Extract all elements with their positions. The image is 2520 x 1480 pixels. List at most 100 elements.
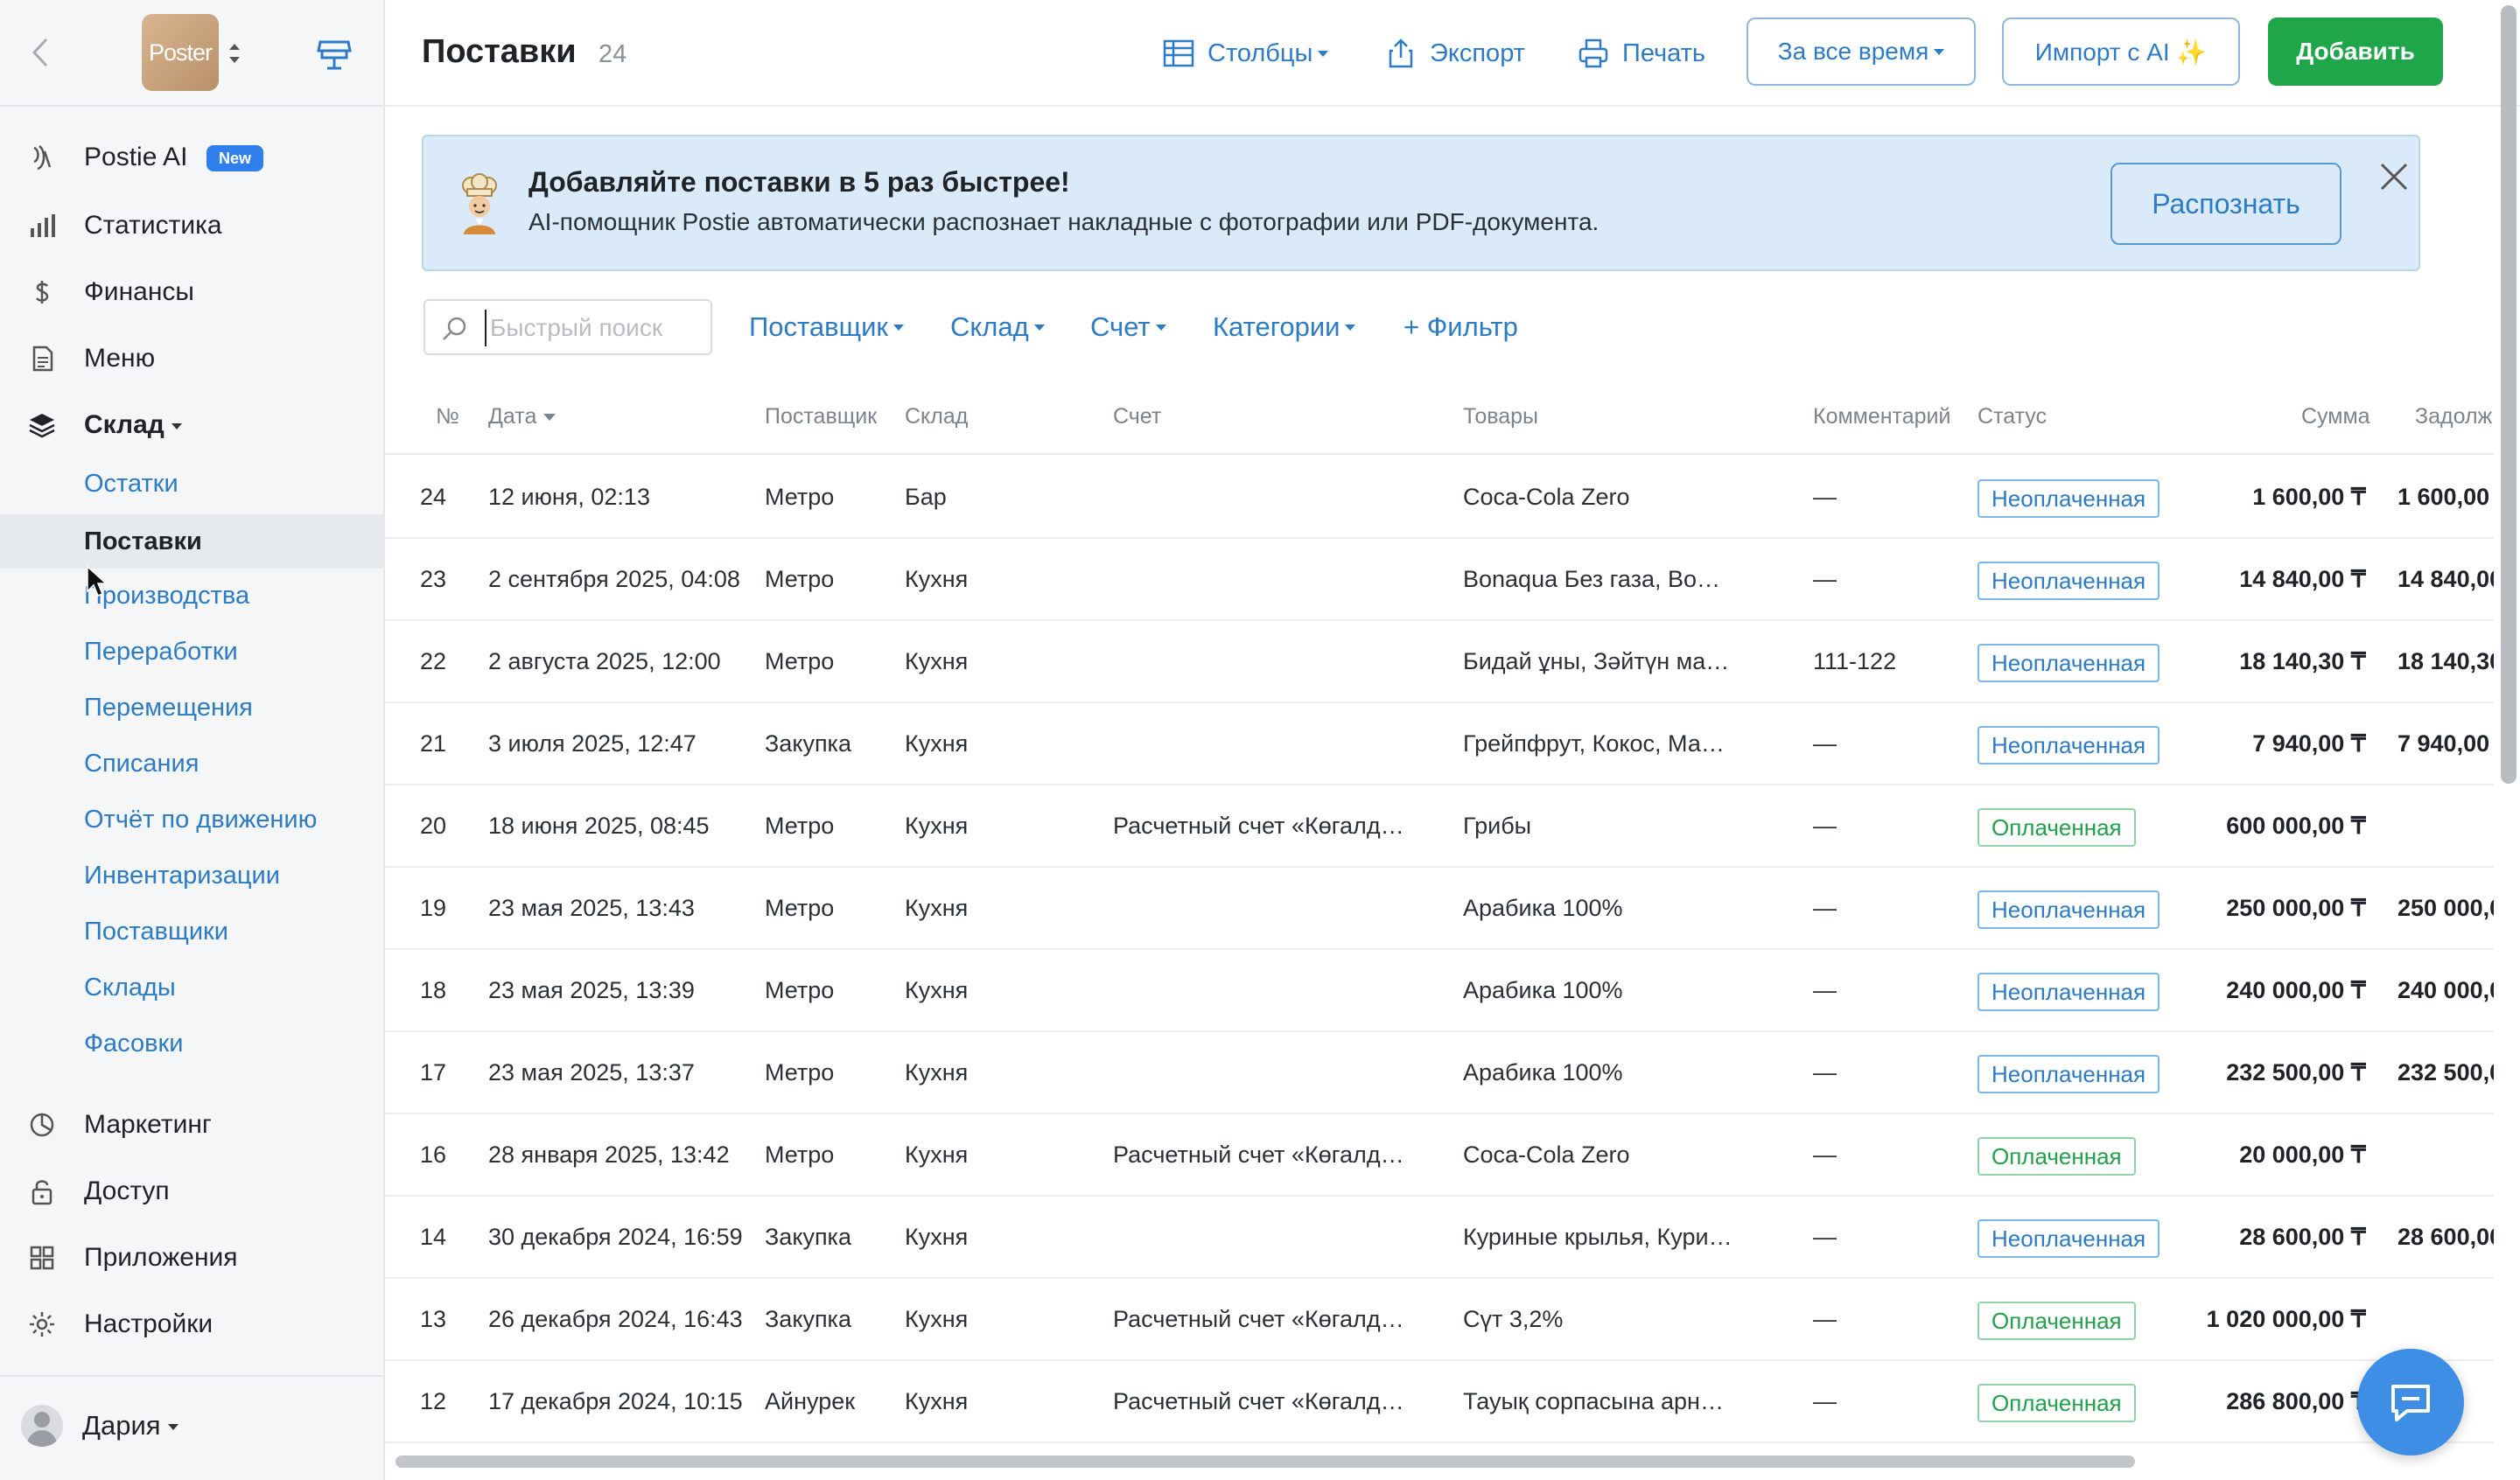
table-row[interactable]: 12 17 декабря 2024, 10:15 Айнурек Кухня Расч… (385, 1361, 2494, 1443)
row-debt (2398, 1114, 2494, 1195)
nav-statistics[interactable]: Статистика (0, 194, 385, 257)
col-status[interactable]: Статус (1978, 404, 2047, 429)
user-menu[interactable]: Дария (0, 1375, 385, 1480)
columns-button[interactable]: Столбцы (1162, 31, 1329, 75)
export-icon (1389, 38, 1413, 68)
filter-account[interactable]: Счет (1090, 308, 1166, 346)
import-ai-button[interactable]: Импорт с AI ✨ (2002, 17, 2240, 86)
sub-item-suppliers[interactable]: Поставщики (0, 904, 385, 959)
col-warehouse[interactable]: Склад (905, 404, 968, 429)
col-num[interactable]: № (436, 404, 459, 429)
table-row[interactable]: 16 28 января 2025, 13:42 Метро Кухня Расчетн… (385, 1114, 2494, 1197)
col-goods[interactable]: Товары (1463, 404, 1538, 429)
row-goods: Бидай ұны, Зәйтүн майы, Л… (1463, 648, 1732, 674)
nav-marketing[interactable]: Маркетинг (0, 1093, 385, 1156)
grid-icon (26, 1242, 58, 1274)
status-badge[interactable]: Оплаченная (1978, 1301, 2136, 1340)
support-chat-button[interactable] (2357, 1349, 2464, 1456)
collapse-sidebar-button[interactable] (24, 33, 56, 72)
search-input[interactable] (485, 310, 695, 346)
row-warehouse: Кухня (905, 1306, 969, 1332)
row-warehouse: Кухня (905, 977, 969, 1003)
col-supplier[interactable]: Поставщик (765, 404, 877, 429)
status-badge[interactable]: Оплаченная (1978, 1383, 2136, 1422)
table-row[interactable]: 17 23 мая 2025, 13:37 Метро Кухня Арабика 10… (385, 1032, 2494, 1114)
row-goods: Тауық сорпасына арналған… (1463, 1388, 1732, 1414)
horizontal-scrollbar[interactable] (396, 1456, 2135, 1468)
print-button[interactable]: Печать (1577, 31, 1705, 75)
nav-access[interactable]: Доступ (0, 1160, 385, 1223)
add-supply-button[interactable]: Добавить (2268, 17, 2443, 86)
table-row[interactable]: 24 12 июня, 02:13 Метро Бар Coca-Cola Zero — Н… (385, 457, 2494, 539)
row-supplier: Метро (765, 1141, 835, 1168)
nav-warehouse[interactable]: Склад (0, 394, 385, 457)
sub-item-stock[interactable]: Остатки (0, 457, 385, 511)
scroll-thumb[interactable] (2501, 5, 2516, 784)
sub-item-transfers[interactable]: Перемещения (0, 681, 385, 735)
sub-item-processing[interactable]: Переработки (0, 625, 385, 679)
nav-apps[interactable]: Приложения (0, 1226, 385, 1289)
new-badge: New (206, 145, 264, 171)
sub-item-supplies[interactable]: Поставки (0, 514, 385, 569)
sub-item-warehouses[interactable]: Склады (0, 960, 385, 1015)
row-supplier: Метро (765, 813, 835, 839)
columns-label: Столбцы (1208, 38, 1313, 67)
status-badge[interactable]: Неоплаченная (1978, 890, 2160, 929)
period-select[interactable]: За все время (1746, 17, 1976, 86)
avatar (21, 1405, 63, 1447)
nav-menu[interactable]: Меню (0, 327, 385, 390)
col-sum[interactable]: Сумма (2301, 404, 2370, 429)
table-row[interactable]: 13 26 декабря 2024, 16:43 Закупка Кухня Расч… (385, 1279, 2494, 1361)
filter-supplier[interactable]: Поставщик (749, 308, 904, 346)
table-row[interactable]: 19 23 мая 2025, 13:43 Метро Кухня Арабика 10… (385, 868, 2494, 950)
row-supplier: Метро (765, 895, 835, 921)
export-button[interactable]: Экспорт (1384, 31, 1525, 75)
status-badge[interactable]: Неоплаченная (1978, 972, 2160, 1011)
vertical-scrollbar[interactable] (2501, 0, 2520, 1480)
sub-item-inventory[interactable]: Инвентаризации (0, 848, 385, 903)
store-icon[interactable] (315, 35, 354, 73)
status-badge[interactable]: Оплаченная (1978, 807, 2136, 847)
row-supplier: Закупка (765, 730, 851, 757)
row-warehouse: Кухня (905, 648, 969, 674)
col-account[interactable]: Счет (1113, 404, 1161, 429)
table-row[interactable]: 14 30 декабря 2024, 16:59 Закупка Кухня Кури… (385, 1197, 2494, 1279)
table-row[interactable]: 18 23 мая 2025, 13:39 Метро Кухня Арабика 10… (385, 950, 2494, 1032)
filter-warehouse[interactable]: Склад (950, 308, 1045, 346)
col-date[interactable]: Дата (488, 404, 556, 429)
add-filter-button[interactable]: + Фильтр (1404, 308, 1518, 346)
caret-down-icon (1345, 324, 1356, 331)
account-logo[interactable]: Poster (142, 14, 219, 91)
table-row[interactable]: 23 2 сентября 2025, 04:08 Метро Кухня Bonaqu… (385, 539, 2494, 621)
row-date: 23 мая 2025, 13:39 (488, 977, 695, 1003)
status-badge[interactable]: Неоплаченная (1978, 643, 2160, 682)
col-comment[interactable]: Комментарий (1813, 404, 1950, 429)
status-badge[interactable]: Неоплаченная (1978, 561, 2160, 600)
nav-postie-ai[interactable]: Postie AI New (0, 126, 385, 189)
close-icon[interactable] (2376, 159, 2412, 194)
row-debt: 232 500,00 ₸ (2398, 1059, 2494, 1086)
nav-label: Статистика (84, 211, 222, 240)
row-supplier: Метро (765, 977, 835, 1003)
nav-settings[interactable]: Настройки (0, 1293, 385, 1356)
table-row[interactable]: 20 18 июня 2025, 08:45 Метро Кухня Расчетный… (385, 785, 2494, 868)
account-switch-icon[interactable] (226, 40, 243, 66)
status-badge[interactable]: Неоплаченная (1978, 478, 2160, 518)
sub-item-production[interactable]: Производства (0, 569, 385, 623)
recognize-button[interactable]: Распознать (2110, 163, 2342, 245)
row-status: Оплаченная (1978, 785, 2188, 866)
col-debt[interactable]: Задолж (2415, 404, 2492, 429)
table-row[interactable]: 21 3 июля 2025, 12:47 Закупка Кухня Грейпфру… (385, 703, 2494, 785)
status-badge[interactable]: Неоплаченная (1978, 1054, 2160, 1093)
table-row[interactable]: 22 2 августа 2025, 12:00 Метро Кухня Бидай ұ… (385, 621, 2494, 703)
filter-categories[interactable]: Категории (1213, 308, 1356, 346)
sub-item-movement-report[interactable]: Отчёт по движению (0, 792, 385, 847)
sub-item-packaging[interactable]: Фасовки (0, 1016, 385, 1071)
status-badge[interactable]: Неоплаченная (1978, 1218, 2160, 1258)
status-badge[interactable]: Оплаченная (1978, 1136, 2136, 1176)
nav-finance[interactable]: Финансы (0, 261, 385, 324)
sub-item-writeoffs[interactable]: Списания (0, 737, 385, 791)
nav-label: Доступ (84, 1176, 170, 1205)
row-number: 19 (419, 895, 446, 921)
status-badge[interactable]: Неоплаченная (1978, 725, 2160, 764)
